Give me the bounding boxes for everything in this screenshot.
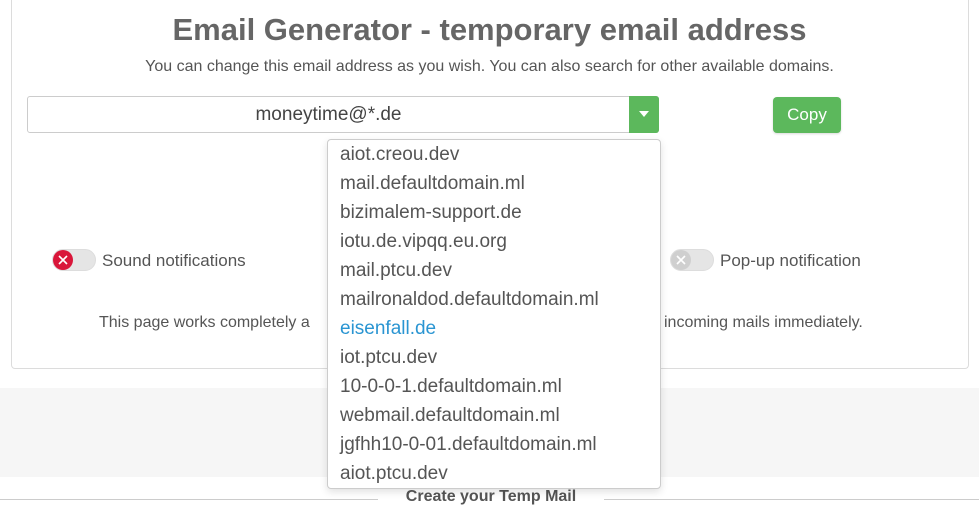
domain-option[interactable]: jgfhh10-0-01.defaultdomain.ml: [340, 430, 597, 459]
domain-option[interactable]: iotu.de.vipqq.eu.org: [340, 227, 507, 256]
page-subtitle: You can change this email address as you…: [145, 58, 834, 75]
info-text-right: incoming mails immediately.: [664, 314, 863, 331]
sound-notifications-toggle[interactable]: [52, 249, 96, 271]
domain-option[interactable]: mail.defaultdomain.ml: [340, 169, 525, 198]
domain-option[interactable]: bizimalem-support.de: [340, 198, 522, 227]
domain-option[interactable]: aiot.creou.dev: [340, 140, 459, 169]
domain-option[interactable]: mail.ptcu.dev: [340, 256, 452, 285]
domain-option[interactable]: iot.ptcu.dev: [340, 343, 437, 372]
domain-option[interactable]: webmail.defaultdomain.ml: [340, 401, 560, 430]
close-icon: [671, 250, 691, 270]
sound-notifications-label: Sound notifications: [102, 251, 246, 270]
domain-dropdown-list[interactable]: aiot.creou.dev mail.defaultdomain.ml biz…: [327, 139, 661, 489]
close-icon: [53, 250, 73, 270]
domain-dropdown-toggle[interactable]: [629, 96, 659, 133]
domain-option[interactable]: aiot.ptcu.dev: [340, 459, 448, 488]
domain-option[interactable]: 10-0-0-1.defaultdomain.ml: [340, 372, 562, 401]
info-text-left: This page works completely a: [99, 314, 310, 331]
section-heading: Create your Temp Mail: [378, 488, 604, 510]
caret-down-icon: [639, 111, 649, 117]
email-address-value[interactable]: moneytime@*.de: [28, 97, 629, 133]
popup-notification-label: Pop-up notification: [720, 251, 861, 270]
domain-option-selected[interactable]: eisenfall.de: [340, 314, 436, 343]
domain-option[interactable]: mailronaldod.defaultdomain.ml: [340, 285, 599, 314]
page-title: Email Generator - temporary email addres…: [172, 12, 807, 47]
copy-button[interactable]: Copy: [773, 97, 841, 133]
email-address-field[interactable]: moneytime@*.de: [27, 96, 659, 133]
popup-notification-toggle[interactable]: [670, 249, 714, 271]
